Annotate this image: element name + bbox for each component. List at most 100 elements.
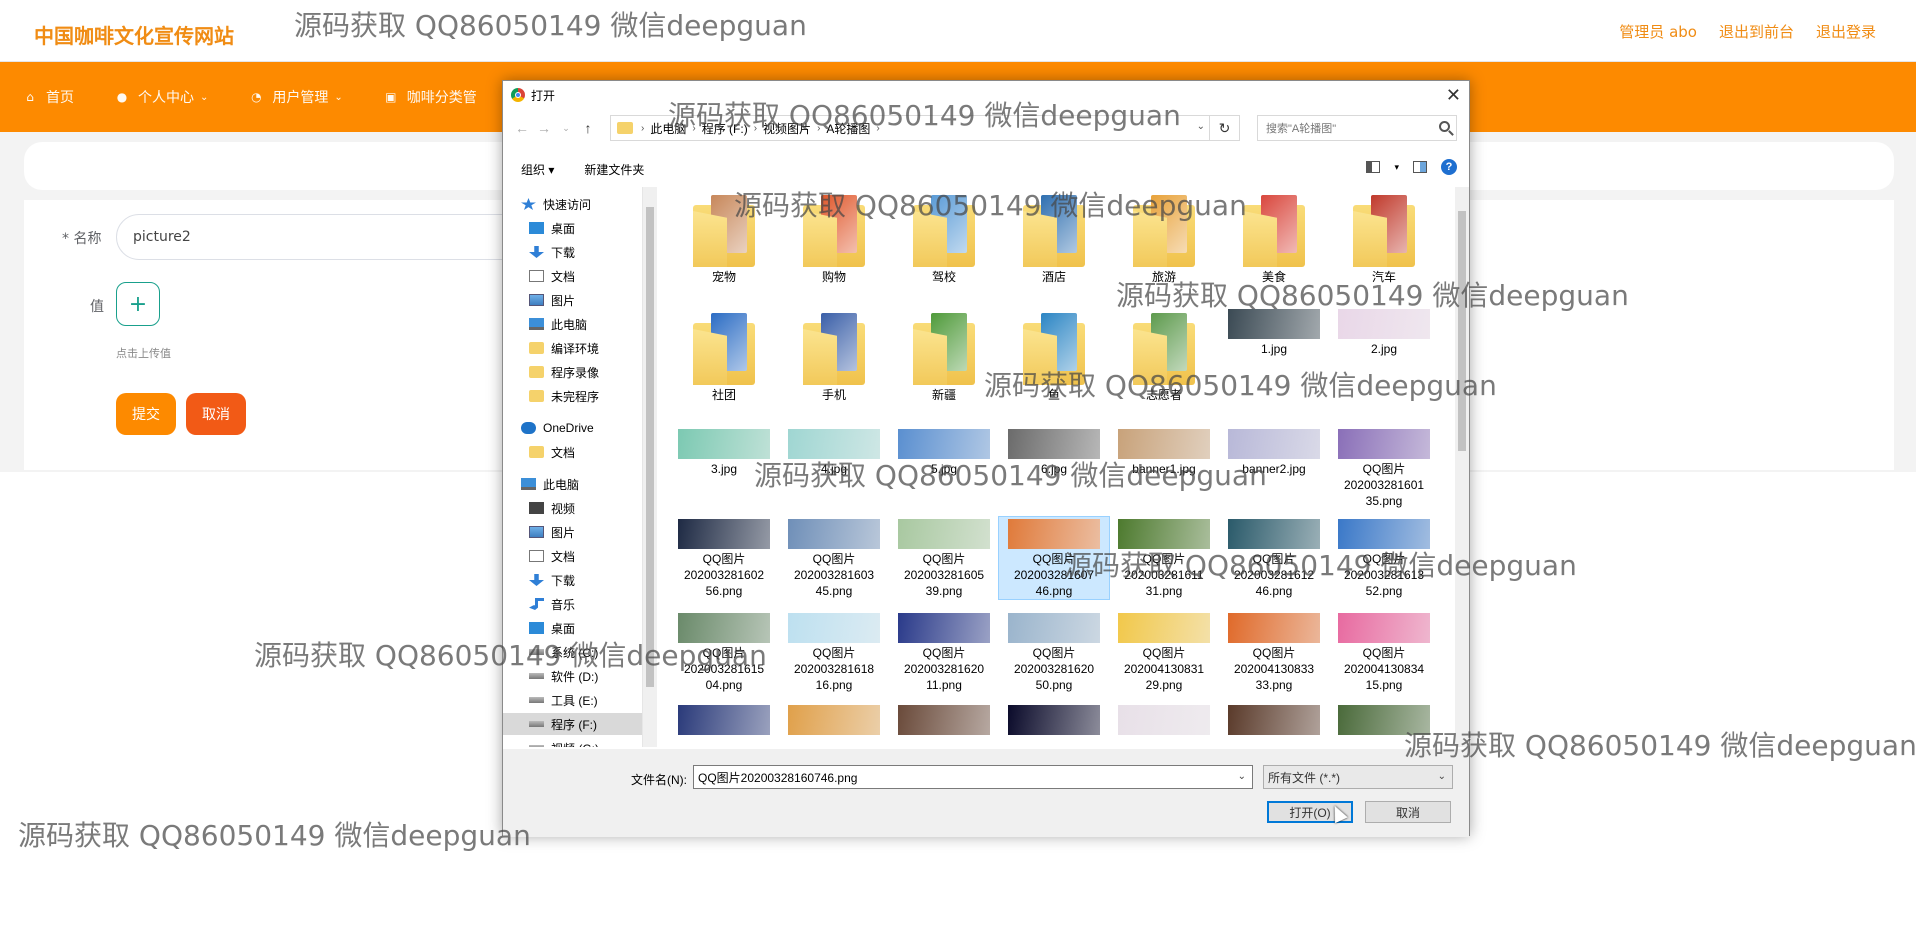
new-folder-button[interactable]: 新建文件夹 <box>584 161 644 178</box>
file-item[interactable] <box>1219 703 1329 737</box>
nav-coffee-category[interactable]: ▣ 咖啡分类管 <box>383 87 477 107</box>
file-item[interactable]: 2.jpg <box>1329 307 1439 357</box>
file-item[interactable]: QQ图片 202003281611 31.png <box>1109 517 1219 599</box>
scrollbar-thumb[interactable] <box>646 207 654 687</box>
file-item[interactable] <box>889 703 999 737</box>
nav-tree-item[interactable]: 快速访问 <box>521 193 591 215</box>
file-item[interactable]: banner2.jpg <box>1219 427 1329 477</box>
folder-item[interactable]: 旅游 <box>1109 189 1219 285</box>
nav-tree-item[interactable]: 图片✦ <box>529 289 575 311</box>
nav-user-management[interactable]: ◔ 用户管理 ⌄ <box>248 87 343 107</box>
file-item[interactable]: 5.jpg <box>889 427 999 477</box>
file-item[interactable]: QQ图片 202003281613 52.png <box>1329 517 1439 599</box>
recent-chevron-icon[interactable]: ⌄ <box>555 123 577 134</box>
folder-item[interactable]: 手机 <box>779 307 889 403</box>
up-arrow-icon[interactable]: ↑ <box>577 120 599 136</box>
filename-input[interactable]: QQ图片20200328160746.png ⌄ <box>693 765 1253 789</box>
file-item[interactable]: QQ图片 202003281601 35.png <box>1329 427 1439 509</box>
file-item[interactable]: QQ图片 202003281605 39.png <box>889 517 999 599</box>
breadcrumb-segment[interactable]: 程序 (F:) <box>702 120 748 137</box>
chevron-down-icon[interactable]: ⌄ <box>1197 121 1205 132</box>
nav-tree-item[interactable]: 桌面 <box>529 617 575 639</box>
submit-button[interactable]: 提交 <box>116 393 176 435</box>
preview-pane-icon[interactable] <box>1413 161 1427 173</box>
nav-tree-item[interactable]: 下载 <box>529 569 575 591</box>
file-grid-scrollbar[interactable] <box>1455 187 1469 747</box>
folder-item[interactable]: 驾校 <box>889 189 999 285</box>
file-item[interactable] <box>1329 703 1439 737</box>
folder-item[interactable]: 美食 <box>1219 189 1329 285</box>
nav-personal-center[interactable]: ● 个人中心 ⌄ <box>114 87 209 107</box>
nav-tree-item[interactable]: 下载✦ <box>529 241 575 263</box>
file-item[interactable]: 4.jpg <box>779 427 889 477</box>
logout-link[interactable]: 退出登录 <box>1816 21 1876 42</box>
folder-item[interactable]: 酒店 <box>999 189 1109 285</box>
refresh-button[interactable]: ↻ <box>1210 115 1240 141</box>
search-input[interactable]: 搜索"A轮播图" <box>1257 115 1457 141</box>
file-item[interactable]: QQ图片 202003281615 04.png <box>669 611 779 693</box>
nav-tree-item[interactable]: 工具 (E:) <box>529 689 598 711</box>
nav-tree-item[interactable]: 系统 (C:) <box>529 641 598 663</box>
scrollbar-thumb[interactable] <box>1458 211 1466 451</box>
nav-tree-item[interactable]: 编译环境 <box>529 337 599 359</box>
back-arrow-icon[interactable]: ← <box>511 120 533 136</box>
file-item[interactable] <box>999 703 1109 737</box>
help-icon[interactable]: ? <box>1441 159 1457 175</box>
file-item[interactable]: QQ图片 202003281602 56.png <box>669 517 779 599</box>
file-item[interactable]: QQ图片 202003281607 46.png <box>998 516 1110 600</box>
file-item[interactable]: QQ图片 202003281612 46.png <box>1219 517 1329 599</box>
close-icon[interactable]: ✕ <box>1446 85 1461 106</box>
folder-item[interactable]: 社团 <box>669 307 779 403</box>
address-bar[interactable]: › 此电脑 › 程序 (F:) › 视频图片 › A轮播图 › ⌄ <box>610 115 1210 141</box>
nav-tree-item[interactable]: 视频 <box>529 497 575 519</box>
admin-user-link[interactable]: 管理员 abo <box>1619 21 1697 42</box>
navigation-scrollbar[interactable] <box>643 187 657 747</box>
chevron-down-icon[interactable]: ▾ <box>1394 162 1399 173</box>
folder-item[interactable]: 鱼 <box>999 307 1109 403</box>
upload-button[interactable]: + <box>116 282 160 326</box>
folder-item[interactable]: 志愿者 <box>1109 307 1219 403</box>
folder-item[interactable]: 宠物 <box>669 189 779 285</box>
nav-tree-item[interactable]: 未完程序 <box>529 385 599 407</box>
file-item[interactable]: QQ图片 202003281620 11.png <box>889 611 999 693</box>
breadcrumb-segment[interactable]: 此电脑 <box>650 120 686 137</box>
file-item[interactable]: QQ图片 202004130834 15.png <box>1329 611 1439 693</box>
nav-tree-item[interactable]: 软件 (D:) <box>529 665 598 687</box>
breadcrumb-segment[interactable]: A轮播图 <box>826 120 870 137</box>
file-item[interactable]: 6.jpg <box>999 427 1109 477</box>
file-item[interactable]: 1.jpg <box>1219 307 1329 357</box>
file-item[interactable]: QQ图片 202004130833 33.png <box>1219 611 1329 693</box>
cancel-button[interactable]: 取消 <box>186 393 246 435</box>
nav-tree-item[interactable]: 程序录像 <box>529 361 599 383</box>
nav-tree-item[interactable]: 此电脑✦ <box>529 313 587 335</box>
nav-tree-item[interactable]: 此电脑 <box>521 473 579 495</box>
forward-arrow-icon[interactable]: → <box>533 120 555 136</box>
breadcrumb-segment[interactable]: 视频图片 <box>763 120 811 137</box>
folder-item[interactable]: 新疆 <box>889 307 999 403</box>
organize-menu[interactable]: 组织 ▾ <box>521 161 554 178</box>
file-item[interactable] <box>1109 703 1219 737</box>
nav-tree-item[interactable]: 桌面✦ <box>529 217 575 239</box>
dialog-cancel-button[interactable]: 取消 <box>1365 801 1451 823</box>
chevron-down-icon[interactable]: ⌄ <box>1238 771 1246 782</box>
nav-tree-item[interactable]: 音乐 <box>529 593 575 615</box>
file-item[interactable]: banner1.jpg <box>1109 427 1219 477</box>
nav-tree-item[interactable]: OneDrive <box>521 417 594 439</box>
nav-tree-item[interactable]: 文档 <box>529 545 575 567</box>
name-input[interactable]: picture2 <box>116 214 536 260</box>
folder-item[interactable]: 汽车 <box>1329 189 1439 285</box>
folder-item[interactable]: 购物 <box>779 189 889 285</box>
view-mode-icon[interactable] <box>1366 161 1381 173</box>
nav-tree-item[interactable]: 程序 (F:) <box>503 713 642 735</box>
nav-tree-item[interactable]: 文档✦ <box>529 265 575 287</box>
file-item[interactable] <box>779 703 889 737</box>
nav-home[interactable]: ⌂ 首页 <box>22 87 74 107</box>
nav-tree-item[interactable]: 文档 <box>529 441 575 463</box>
file-item[interactable]: QQ图片 202003281618 16.png <box>779 611 889 693</box>
exit-to-front-link[interactable]: 退出到前台 <box>1719 21 1794 42</box>
file-item[interactable]: 3.jpg <box>669 427 779 477</box>
nav-tree-item[interactable]: 图片 <box>529 521 575 543</box>
filetype-select[interactable]: 所有文件 (*.*) ⌄ <box>1263 765 1453 789</box>
file-item[interactable]: QQ图片 202003281620 50.png <box>999 611 1109 693</box>
file-item[interactable] <box>669 703 779 737</box>
